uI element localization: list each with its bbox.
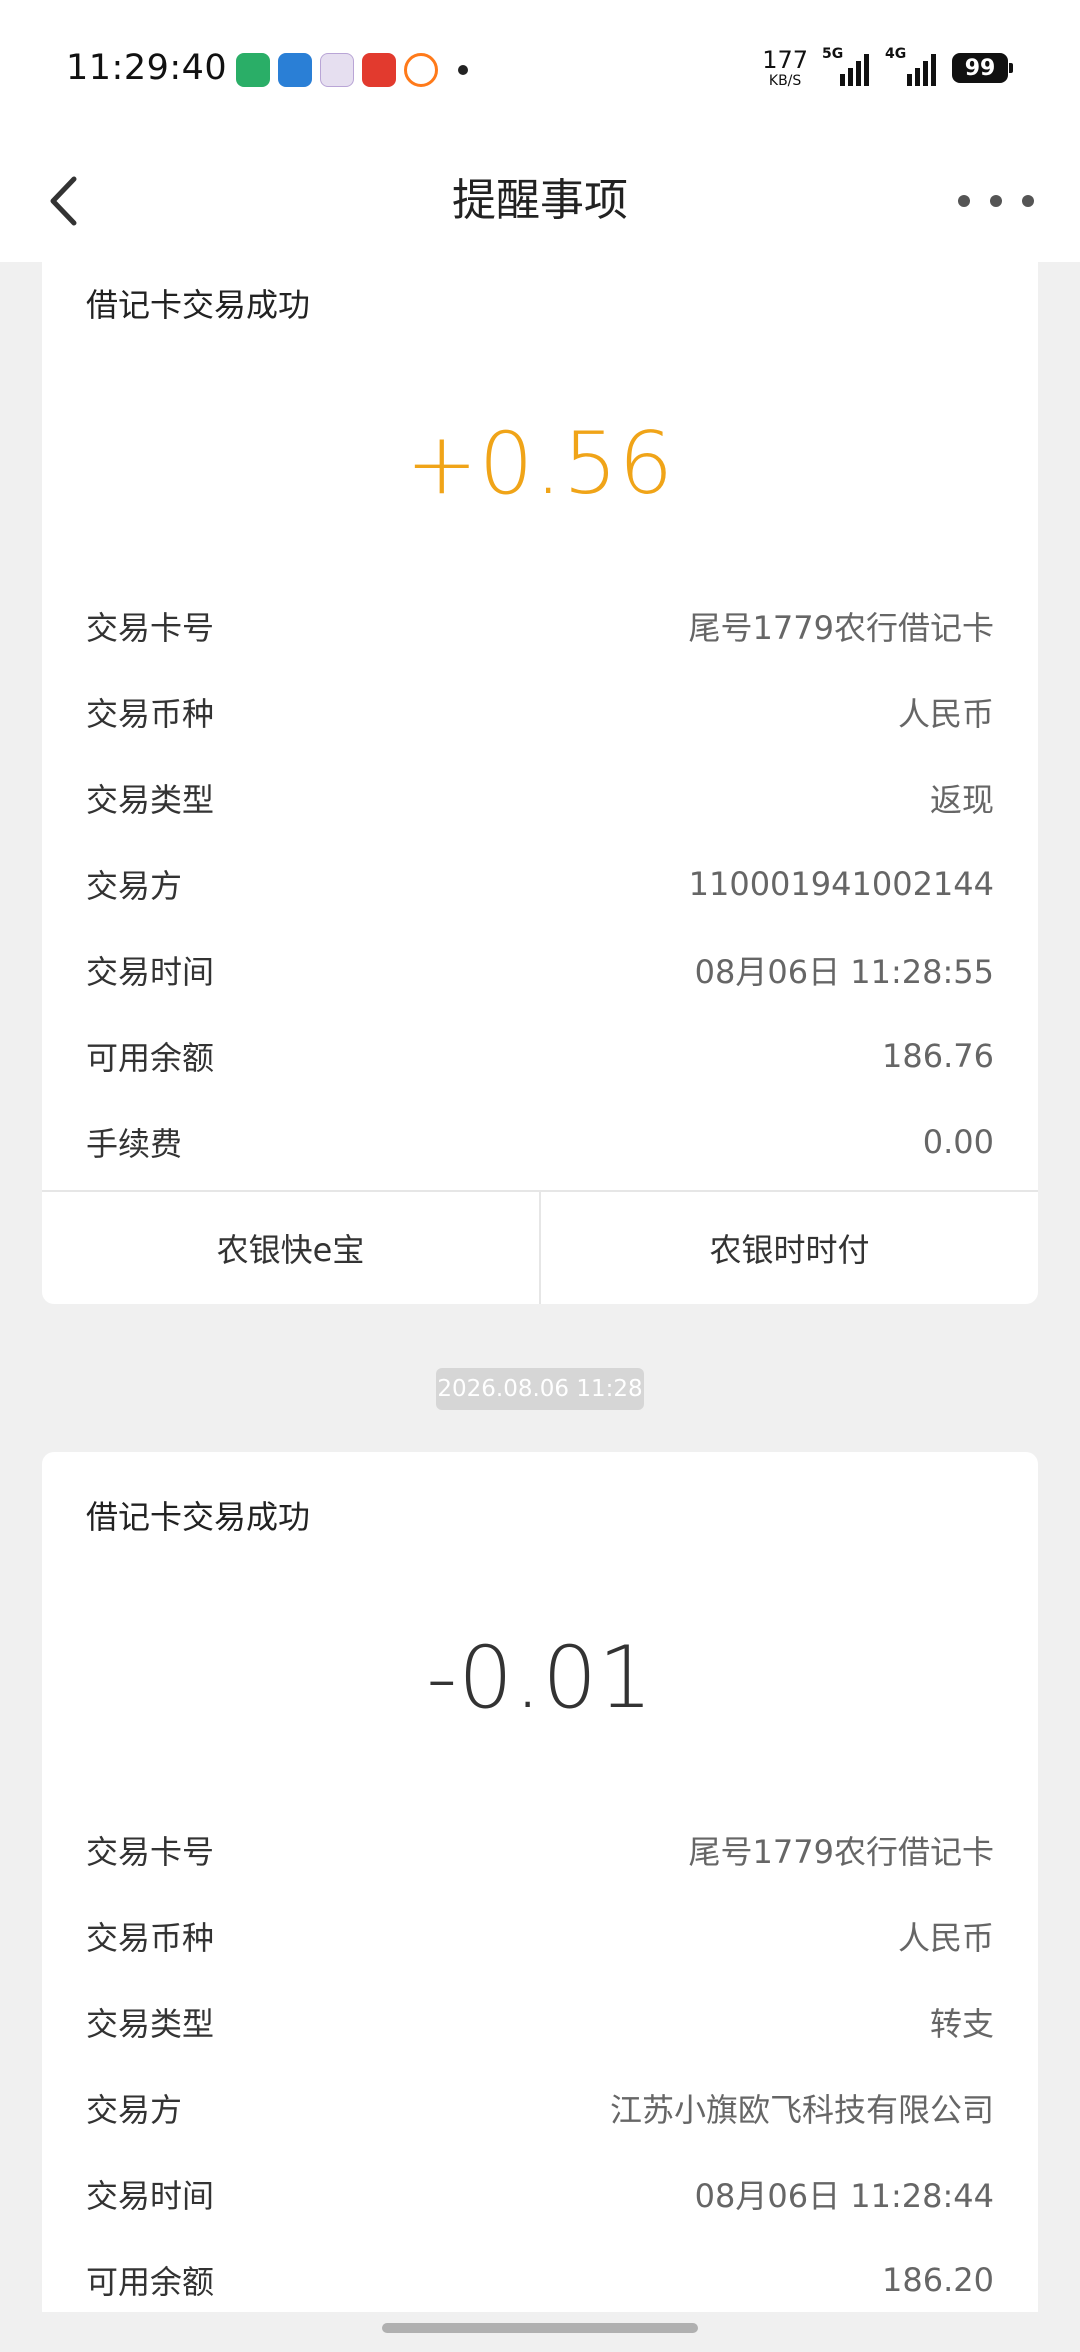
system-icons: 177 KB/S 5G 4G 99 bbox=[762, 46, 1013, 88]
kuaie-bao-button[interactable]: 农银快e宝 bbox=[42, 1192, 539, 1304]
home-indicator[interactable] bbox=[382, 2323, 698, 2333]
battery-level: 99 bbox=[964, 55, 996, 81]
more-notifications-dot-icon bbox=[458, 65, 468, 75]
more-options-button[interactable] bbox=[958, 186, 1034, 216]
detail-row-currency: 交易币种 人民币 bbox=[86, 687, 994, 737]
detail-value: 尾号1779农行借记卡 bbox=[688, 609, 994, 647]
detail-value: 110001941002144 bbox=[688, 865, 994, 903]
detail-label: 交易时间 bbox=[86, 2177, 215, 2215]
shishi-fu-button[interactable]: 农银时时付 bbox=[539, 1192, 1038, 1304]
detail-row-counterparty: 交易方 110001941002144 bbox=[86, 859, 994, 909]
app-notification-icon bbox=[320, 53, 354, 87]
detail-row-fee: 手续费 0.00 bbox=[86, 1117, 994, 1167]
date-badge: 2026.08.06 11:28 bbox=[436, 1368, 644, 1410]
detail-row-type: 交易类型 返现 bbox=[86, 773, 994, 823]
detail-label: 交易时间 bbox=[86, 953, 215, 991]
detail-value: 人民币 bbox=[897, 1919, 994, 1957]
more-dot-icon bbox=[1022, 195, 1034, 207]
detail-value: 08月06日 11:28:55 bbox=[694, 953, 994, 991]
signal-5g-icon: 5G bbox=[822, 46, 869, 86]
detail-label: 交易币种 bbox=[86, 1919, 215, 1957]
transaction-amount: +0.56 bbox=[405, 414, 675, 514]
detail-row-time: 交易时间 08月06日 11:28:44 bbox=[86, 2169, 994, 2219]
detail-value: 转支 bbox=[929, 2005, 994, 2043]
detail-row-counterparty: 交易方 江苏小旗欧飞科技有限公司 bbox=[86, 2083, 994, 2133]
detail-label: 可用余额 bbox=[86, 1039, 215, 1077]
network-speed-unit: KB/S bbox=[768, 73, 802, 89]
detail-label: 交易类型 bbox=[86, 2005, 215, 2043]
detail-row-currency: 交易币种 人民币 bbox=[86, 1911, 994, 1961]
detail-value: 尾号1779农行借记卡 bbox=[688, 1833, 994, 1871]
detail-value: 0.00 bbox=[922, 1123, 994, 1161]
navigation-bar: 提醒事项 bbox=[0, 140, 1080, 262]
detail-value: 186.20 bbox=[882, 2261, 994, 2299]
detail-value: 人民币 bbox=[897, 695, 994, 733]
transaction-card: 借记卡交易成功 -0.01 交易卡号 尾号1779农行借记卡 交易币种 人民币 … bbox=[42, 1452, 1038, 2312]
more-dot-icon bbox=[958, 195, 970, 207]
card-action-row: 农银快e宝 农银时时付 bbox=[42, 1190, 1038, 1304]
signal-4g-icon: 4G bbox=[885, 46, 936, 86]
detail-row-balance: 可用余额 186.76 bbox=[86, 1031, 994, 1081]
detail-row-card-number: 交易卡号 尾号1779农行借记卡 bbox=[86, 601, 994, 651]
detail-label: 交易类型 bbox=[86, 781, 215, 819]
detail-label: 手续费 bbox=[86, 1125, 183, 1163]
transaction-amount: -0.01 bbox=[426, 1628, 654, 1728]
status-time: 11:29:40 bbox=[66, 48, 228, 88]
page-title: 提醒事项 bbox=[452, 175, 628, 226]
detail-label: 交易方 bbox=[86, 867, 183, 905]
card-title: 借记卡交易成功 bbox=[86, 1498, 311, 1536]
detail-row-type: 交易类型 转支 bbox=[86, 1997, 994, 2047]
detail-row-balance: 可用余额 186.20 bbox=[86, 2255, 994, 2305]
transaction-card: 借记卡交易成功 +0.56 交易卡号 尾号1779农行借记卡 交易币种 人民币 … bbox=[42, 262, 1038, 1304]
detail-label: 可用余额 bbox=[86, 2263, 215, 2301]
notification-icons bbox=[236, 53, 468, 87]
card-title: 借记卡交易成功 bbox=[86, 286, 311, 324]
pay-app-notification-icon bbox=[362, 53, 396, 87]
network-speed-value: 177 bbox=[762, 46, 808, 74]
battery-icon: 99 bbox=[952, 53, 1013, 83]
detail-label: 交易卡号 bbox=[86, 1833, 215, 1871]
detail-value: 江苏小旗欧飞科技有限公司 bbox=[609, 2091, 994, 2129]
status-bar: 11:29:40 177 KB/S 5G 4G 99 bbox=[0, 0, 1080, 140]
network-speed: 177 KB/S bbox=[762, 48, 808, 88]
didi-notification-icon bbox=[404, 53, 438, 87]
detail-value: 返现 bbox=[929, 781, 994, 819]
detail-value: 186.76 bbox=[882, 1037, 994, 1075]
bank-app-notification-icon bbox=[278, 53, 312, 87]
detail-value: 08月06日 11:28:44 bbox=[694, 2177, 994, 2215]
signal-4g-label: 4G bbox=[885, 46, 907, 62]
detail-label: 交易币种 bbox=[86, 695, 215, 733]
detail-row-card-number: 交易卡号 尾号1779农行借记卡 bbox=[86, 1825, 994, 1875]
more-dot-icon bbox=[990, 195, 1002, 207]
wechat-notification-icon bbox=[236, 53, 270, 87]
signal-5g-label: 5G bbox=[822, 46, 844, 62]
detail-label: 交易卡号 bbox=[86, 609, 215, 647]
detail-label: 交易方 bbox=[86, 2091, 183, 2129]
detail-row-time: 交易时间 08月06日 11:28:55 bbox=[86, 945, 994, 995]
